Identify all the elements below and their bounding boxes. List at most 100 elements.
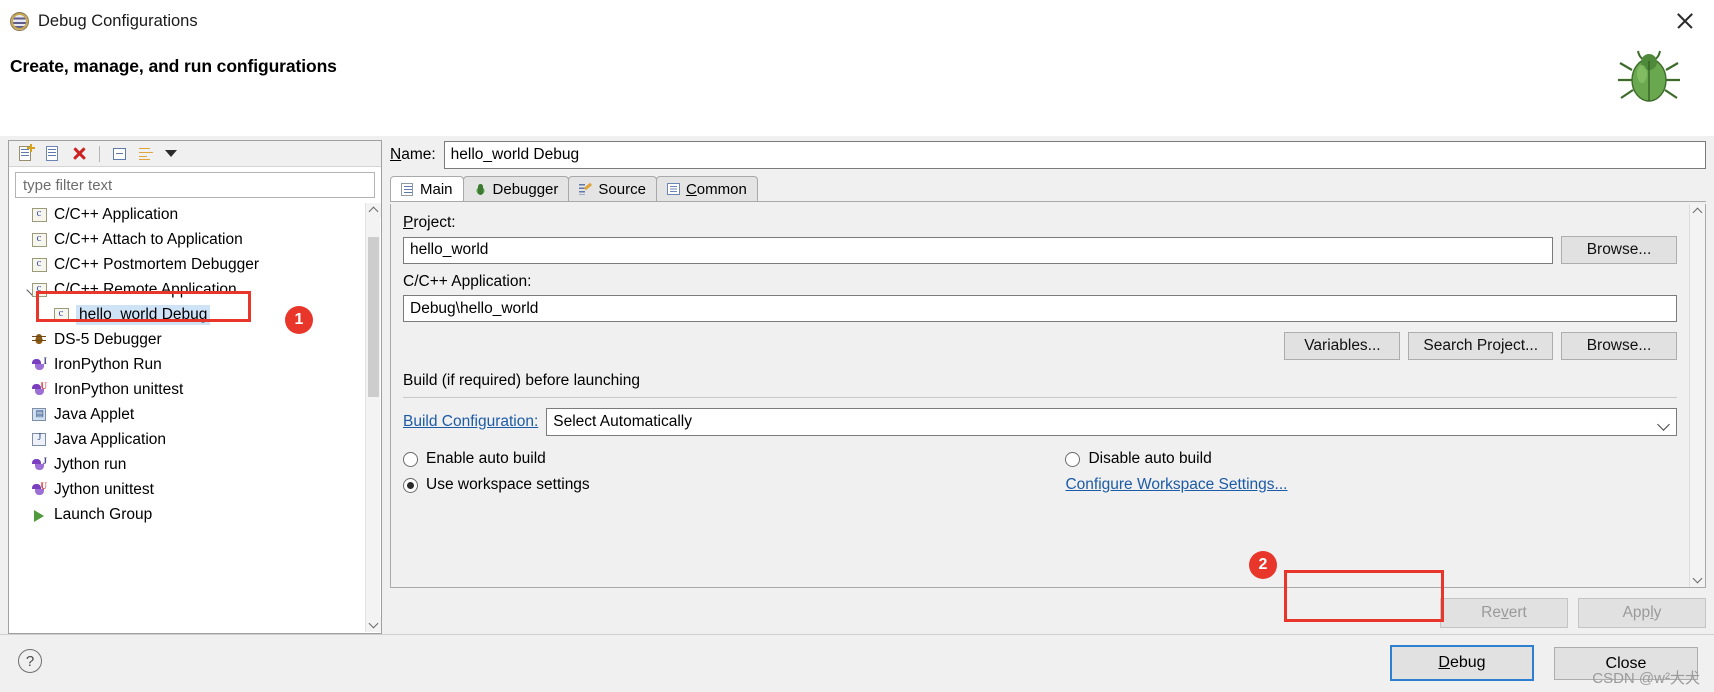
apply-button[interactable]: Apply [1578,598,1706,628]
bug-icon [31,331,48,348]
scroll-down-icon[interactable] [366,617,381,632]
name-input[interactable]: hello_world Debug [444,141,1706,169]
python-run-icon: J [31,456,48,473]
annotation-box-2 [1284,570,1444,622]
tab-main[interactable]: Main [390,176,464,201]
tab-common[interactable]: Common [656,176,758,201]
build-configuration-link[interactable]: Build Configuration: [403,413,538,431]
tab-debugger[interactable]: Debugger [463,176,570,201]
project-browse-button[interactable]: Browse... [1561,236,1677,264]
application-label: C/C++ Application: [403,273,1677,291]
window-title: Debug Configurations [38,12,198,31]
group-divider [403,397,1677,398]
build-configuration-select[interactable]: Select Automatically [546,408,1677,436]
debug-button[interactable]: Debug [1390,645,1534,681]
tree-item-ironpython-run[interactable]: I IronPython Run [9,352,365,377]
dialog-button-bar: ? Debug Close CSDN @w²大犬 [0,634,1714,692]
application-input[interactable]: Debug\hello_world [403,295,1677,322]
python-unittest-icon: U [31,481,48,498]
scroll-up-icon[interactable] [366,203,381,218]
use-workspace-settings-label: Use workspace settings [426,476,590,494]
scrollbar-thumb[interactable] [1692,221,1704,570]
revert-button[interactable]: Revert [1440,598,1568,628]
toolbar-separator [99,146,100,162]
tree-item-java-application[interactable]: Java Application [9,427,365,452]
main-tab-panel: Project: hello_world Browse... C/C++ App… [390,204,1706,588]
enable-auto-build-radio-row[interactable]: Enable auto build [403,446,1065,472]
common-tab-icon [666,182,681,197]
scroll-up-icon[interactable] [1690,204,1705,219]
java-app-icon [31,431,48,448]
tree-item-label: C/C++ Postmortem Debugger [54,256,259,274]
tree-item-label: IronPython unittest [54,381,183,399]
delete-configuration-icon[interactable] [69,144,90,164]
project-input[interactable]: hello_world [403,237,1553,264]
title-bar: Debug Configurations [0,0,1714,42]
launch-group-icon [31,506,48,523]
debug-button-wrapper: Debug [1390,645,1534,681]
application-browse-button[interactable]: Browse... [1561,332,1677,360]
tree-item-label: Java Applet [54,406,134,424]
tree-item-ironpython-unittest[interactable]: U IronPython unittest [9,377,365,402]
duplicate-configuration-icon[interactable] [42,144,63,164]
tab-label: Debugger [493,181,559,198]
search-project-button[interactable]: Search Project... [1408,332,1553,360]
tree-item-label: IronPython Run [54,356,162,374]
tree-toolbar [9,141,381,167]
use-workspace-settings-radio-row[interactable]: Use workspace settings [403,472,1065,498]
python-unittest-icon: U [31,381,48,398]
build-configuration-row: Build Configuration: Select Automaticall… [403,408,1677,436]
tab-source[interactable]: Source [568,176,657,201]
tree-item-label: DS-5 Debugger [54,331,162,349]
panel-scrollbar[interactable] [1689,204,1705,587]
debug-bug-illustration [1612,36,1686,110]
source-tab-icon [578,182,593,197]
radio-icon-selected[interactable] [403,478,418,493]
main-tab-icon [400,182,415,197]
tree-item-ds-5-debugger[interactable]: DS-5 Debugger [9,327,365,352]
tree-item-jython-unittest[interactable]: U Jython unittest [9,477,365,502]
enable-auto-build-label: Enable auto build [426,450,546,468]
search-input[interactable]: type filter text [15,172,375,198]
tree-item-java-applet[interactable]: Java Applet [9,402,365,427]
disable-auto-build-radio-row[interactable]: Disable auto build [1065,446,1677,472]
tree-item-jython-run[interactable]: J Jython run [9,452,365,477]
view-menu-icon[interactable] [165,150,177,157]
scroll-down-icon[interactable] [1690,572,1705,587]
tree-item-label: C/C++ Attach to Application [54,231,243,249]
annotation-badge-2: 2 [1249,551,1277,579]
configurations-tree: C/C++ Application C/C++ Attach to Applic… [9,202,381,633]
radio-icon[interactable] [1065,452,1080,467]
watermark: CSDN @w²大犬 [1592,667,1700,688]
filter-icon[interactable] [136,144,157,164]
tab-label: Common [686,181,747,198]
java-applet-icon [31,406,48,423]
configure-workspace-settings-link[interactable]: Configure Workspace Settings... [1065,476,1287,494]
tree-item-c-postmortem-debugger[interactable]: C/C++ Postmortem Debugger [9,252,365,277]
tree-item-c-attach-to-application[interactable]: C/C++ Attach to Application [9,227,365,252]
python-run-icon: I [31,356,48,373]
scrollbar-thumb[interactable] [368,237,379,397]
tree-item-c-application[interactable]: C/C++ Application [9,202,365,227]
chevron-down-icon [1657,418,1670,431]
tab-label: Source [598,181,646,198]
dialog-header: Create, manage, and run configurations [0,42,1714,136]
close-icon[interactable] [1668,6,1702,36]
project-label: Project: [403,214,1677,232]
collapse-all-icon[interactable] [109,144,130,164]
variables-button[interactable]: Variables... [1284,332,1400,360]
revert-apply-row: Revert Apply [390,598,1706,628]
annotation-box-1 [36,291,251,322]
tree-scrollbar[interactable] [365,203,380,632]
tree-item-label: Launch Group [54,506,152,524]
tab-label: Main [420,181,453,198]
build-configuration-value: Select Automatically [553,413,692,431]
c-app-icon [31,256,48,273]
radio-icon[interactable] [403,452,418,467]
help-icon[interactable]: ? [18,649,42,673]
tree-item-label: C/C++ Application [54,206,178,224]
new-configuration-icon[interactable] [15,144,36,164]
tree-item-label: Jython run [54,456,126,474]
tree-item-launch-group[interactable]: Launch Group [9,502,365,527]
configuration-tabs: Main Debugger Source Common [390,176,1706,202]
